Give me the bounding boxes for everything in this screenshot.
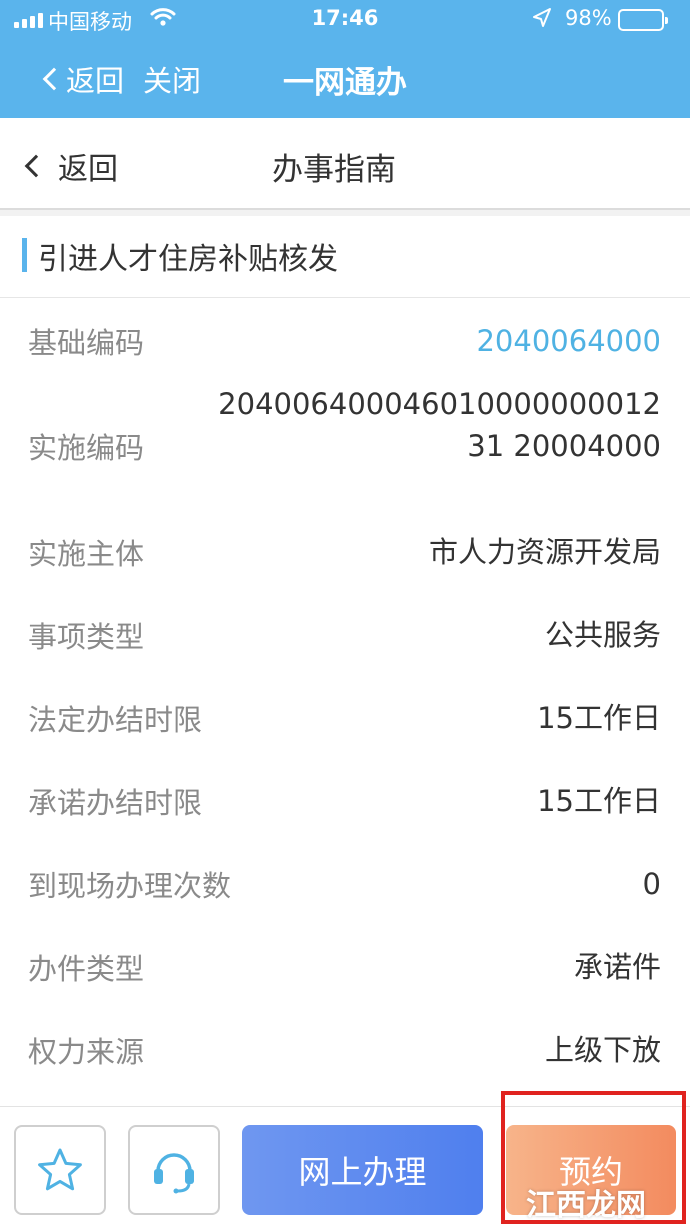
- favorite-button[interactable]: [14, 1125, 106, 1215]
- detail-list: 基础编码 2040064000 实施编码 2040064000460100000…: [0, 298, 690, 1090]
- detail-label: 权力来源: [28, 1035, 145, 1069]
- detail-label: 实施主体: [28, 537, 145, 571]
- detail-row-implementing-body: 实施主体 市人力资源开发局: [0, 509, 690, 592]
- detail-label: 承诺办结时限: [28, 786, 203, 820]
- detail-label: 基础编码: [28, 326, 145, 360]
- detail-value: 0: [642, 867, 661, 901]
- detail-label: 实施编码: [28, 431, 145, 465]
- page-title: 办事指南: [272, 152, 396, 188]
- detail-value: 15工作日: [537, 701, 661, 735]
- app-header: 返回 关闭 一网通办: [0, 38, 690, 118]
- headset-icon: [154, 1153, 194, 1194]
- detail-value: 承诺件: [573, 950, 661, 984]
- detail-label: 到现场办理次数: [28, 869, 232, 903]
- customer-service-button[interactable]: [128, 1125, 220, 1215]
- service-title-section: 引进人才住房补贴核发: [0, 216, 690, 298]
- location-arrow-icon: [532, 7, 552, 34]
- detail-value: 上级下放: [544, 1033, 661, 1067]
- basic-code-link[interactable]: 2040064000: [476, 320, 661, 362]
- status-bar: 中国移动 17:46 98%: [0, 0, 690, 38]
- detail-row-case-type: 办件类型 承诺件: [0, 924, 690, 1007]
- page-nav-bar: 返回 办事指南: [0, 118, 690, 210]
- battery-percent: 98%: [565, 6, 612, 30]
- detail-row-authority-source: 权力来源 上级下放: [0, 1007, 690, 1090]
- detail-value: 20400640004601000000001231 20004000: [218, 387, 661, 463]
- detail-row-onsite-visits: 到现场办理次数 0: [0, 841, 690, 924]
- detail-label: 办件类型: [28, 952, 145, 986]
- star-icon: [38, 1148, 82, 1191]
- detail-value: 市人力资源开发局: [428, 535, 661, 569]
- app-title: 一网通办: [283, 65, 407, 101]
- detail-value: 公共服务: [544, 618, 661, 652]
- detail-row-basic-code: 基础编码 2040064000: [0, 298, 690, 381]
- detail-row-legal-time-limit: 法定办结时限 15工作日: [0, 675, 690, 758]
- detail-label: 法定办结时限: [28, 703, 203, 737]
- online-processing-button[interactable]: 网上办理: [242, 1125, 483, 1215]
- detail-row-promised-time-limit: 承诺办结时限 15工作日: [0, 758, 690, 841]
- watermark: 江西龙网: [526, 1188, 646, 1223]
- battery-icon: [618, 9, 668, 31]
- detail-label: 事项类型: [28, 620, 145, 654]
- detail-row-item-type: 事项类型 公共服务: [0, 592, 690, 675]
- service-title: 引进人才住房补贴核发: [38, 242, 338, 277]
- title-accent-bar: [22, 238, 27, 272]
- detail-row-implementation-code: 实施编码 20400640004601000000001231 20004000: [0, 381, 690, 509]
- detail-value: 15工作日: [537, 784, 661, 818]
